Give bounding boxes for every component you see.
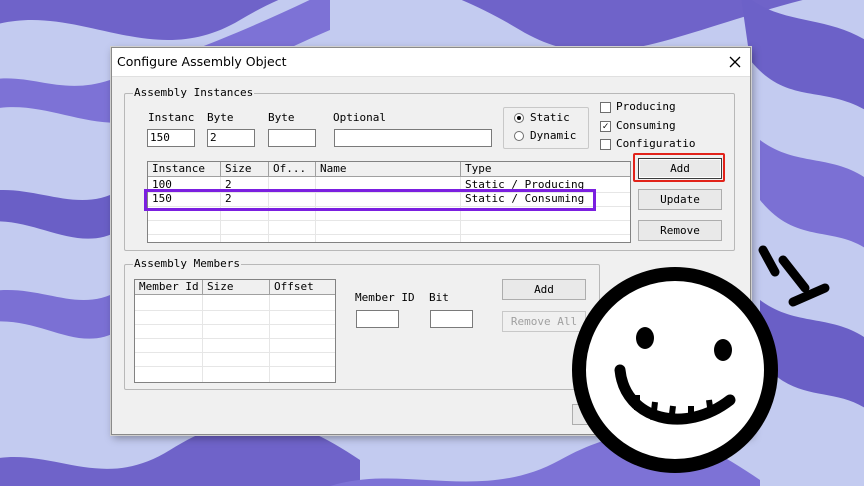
byte-input-1[interactable]: 2: [207, 129, 255, 147]
column-header-size[interactable]: Size: [203, 280, 270, 295]
members-table[interactable]: Member Id Size Offset: [134, 279, 336, 383]
member-id-input[interactable]: [356, 310, 399, 328]
assembly-members-legend: Assembly Members: [133, 257, 241, 271]
consuming-checkbox[interactable]: ✓: [600, 121, 611, 132]
update-instance-button[interactable]: Update: [638, 189, 722, 210]
assembly-instances-legend: Assembly Instances: [133, 86, 255, 100]
member-id-label: Member ID: [355, 291, 415, 304]
dialog-title: Configure Assembly Object: [117, 54, 287, 69]
close-button[interactable]: [720, 48, 750, 76]
byte-label-1: Byte: [207, 111, 234, 124]
optional-input[interactable]: [334, 129, 492, 147]
title-bar: Configure Assembly Object: [112, 48, 750, 77]
static-label: Static: [530, 111, 570, 124]
instance-label: Instanc: [148, 111, 195, 124]
smiley-face-sticker: [572, 245, 830, 473]
optional-label: Optional: [333, 111, 386, 124]
bit-label: Bit: [429, 291, 449, 304]
column-header-name[interactable]: Name: [316, 162, 461, 177]
static-radio[interactable]: [514, 113, 524, 123]
selected-row-highlight: [144, 189, 596, 211]
producing-checkbox[interactable]: [600, 102, 611, 113]
dynamic-radio[interactable]: [514, 131, 524, 141]
column-header-member-id[interactable]: Member Id: [135, 280, 203, 295]
column-header-instance[interactable]: Instance: [148, 162, 221, 177]
column-header-offset[interactable]: Of...: [269, 162, 316, 177]
bit-input[interactable]: [430, 310, 473, 328]
byte-label-2: Byte: [268, 111, 295, 124]
column-header-type[interactable]: Type: [461, 162, 630, 177]
byte-input-2[interactable]: [268, 129, 316, 147]
producing-label: Producing: [616, 100, 676, 113]
dynamic-label: Dynamic: [530, 129, 577, 142]
add-button-highlight: [633, 153, 725, 182]
consuming-label: Consuming: [616, 119, 676, 132]
instance-input[interactable]: 150: [147, 129, 195, 147]
configuration-checkbox[interactable]: [600, 139, 611, 150]
column-header-size[interactable]: Size: [221, 162, 269, 177]
column-header-offset[interactable]: Offset: [270, 280, 335, 295]
close-icon: [729, 56, 741, 68]
configuration-label: Configuratio: [616, 137, 696, 150]
